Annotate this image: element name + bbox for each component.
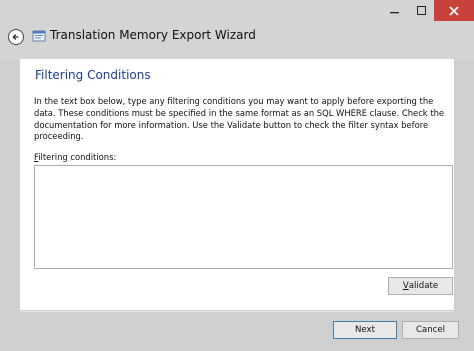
page-description: In the text box below, type any filterin… (34, 96, 445, 142)
filtering-conditions-input[interactable] (34, 165, 453, 269)
wizard-page: Filtering Conditions In the text box bel… (20, 59, 454, 310)
close-icon (449, 5, 459, 16)
wizard-window: Translation Memory Export Wizard Filteri… (0, 0, 474, 351)
close-button[interactable] (434, 0, 474, 21)
validate-label: alidate (408, 281, 439, 291)
window-title: Translation Memory Export Wizard (50, 28, 256, 42)
minimize-button[interactable] (381, 0, 408, 21)
validate-button[interactable]: Validate (388, 277, 453, 295)
back-button[interactable] (8, 29, 24, 45)
filtering-conditions-label: Filtering conditions: (34, 152, 116, 162)
maximize-icon (416, 6, 426, 15)
page-heading: Filtering Conditions (35, 68, 151, 82)
minimize-icon (390, 12, 399, 14)
filtering-conditions-label-text: iltering conditions: (38, 152, 117, 162)
footer-divider (20, 311, 454, 312)
back-arrow-icon (12, 34, 19, 40)
next-button[interactable]: Next (333, 321, 397, 339)
maximize-button[interactable] (408, 0, 434, 21)
app-icon (32, 30, 46, 42)
cancel-button[interactable]: Cancel (402, 321, 459, 339)
